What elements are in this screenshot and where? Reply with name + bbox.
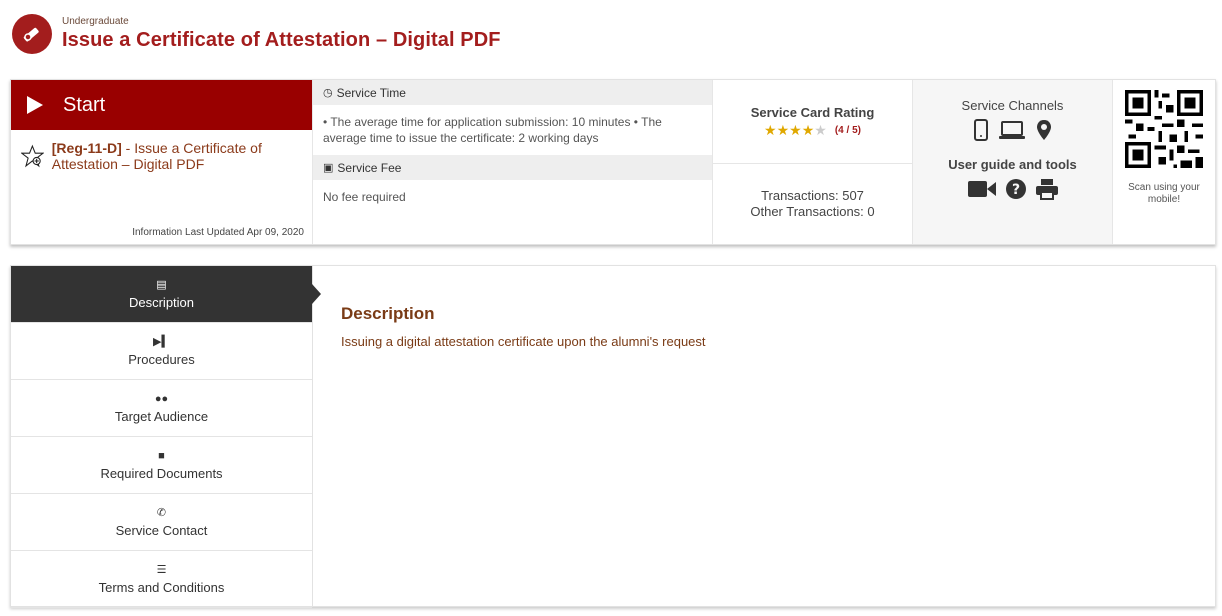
laptop-icon[interactable] [998,120,1026,140]
channels-column: Service Channels User guide and tools ? [913,80,1113,244]
rating-column: Service Card Rating ★ ★ ★ ★ ★ (4 / 5) Tr… [713,80,913,244]
folder-icon: ■ [158,449,165,462]
details-panel: ▤ Description ▶▍ Procedures ●● Target Au… [10,265,1216,608]
tab-target-audience[interactable]: ●● Target Audience [11,380,312,437]
clock-icon: ◷ [323,87,333,99]
tab-label: Target Audience [114,408,209,424]
location-icon[interactable] [1036,119,1052,141]
other-transactions-count: Other Transactions: 0 [750,204,875,219]
tab-label: Service Contact [115,523,208,538]
service-time-heading-label: Service Time [336,85,406,100]
video-icon[interactable] [967,179,997,199]
mobile-icon[interactable] [973,119,988,141]
star-empty-icon: ★ [814,121,827,138]
guide-title: User guide and tools [948,157,1077,172]
step-icon: ▶▍ [153,336,170,348]
users-icon: ●● [154,392,169,405]
star-icon: ★ [801,121,815,138]
star-icon: ★ [764,121,777,138]
category-label: Undergraduate [62,16,129,27]
qr-caption: Scan using your mobile! [1128,182,1200,205]
service-logo-icon [12,14,52,54]
content-heading: Description [341,304,435,323]
details-tabs: ▤ Description ▶▍ Procedures ●● Target Au… [11,266,321,608]
channels-title: Service Channels [961,98,1064,113]
list-icon: ☰ [156,564,167,576]
service-time-heading: ◷ Service Time [313,80,712,105]
play-icon [27,96,43,114]
start-column: Start [Reg-11-D] - Issue a Certificate o… [11,80,313,244]
last-updated: Information Last Updated Apr 09, 2020 [132,227,304,238]
transactions-count: Transactions: 507 [761,188,864,203]
qr-column: Scan using your mobile! [1113,80,1215,244]
service-time-text: • The average time for application submi… [323,115,662,145]
money-icon: ▣ [323,162,334,174]
file-icon: ▤ [156,279,167,291]
tab-label: Required Documents [100,465,223,481]
star-icon: ★ [776,121,790,138]
service-fee-heading-label: Service Fee [337,160,402,175]
service-info-panel: Start [Reg-11-D] - Issue a Certificate o… [10,79,1216,245]
tab-label: Description [128,295,195,310]
tab-label: Procedures [128,352,195,367]
service-code: [Reg-11-D] [51,140,122,156]
tab-procedures[interactable]: ▶▍ Procedures [11,323,312,380]
start-button[interactable]: Start [11,80,312,130]
time-fee-column: ◷ Service Time • The average time for ap… [313,80,713,244]
tab-label: Terms and Conditions [98,580,225,595]
print-icon[interactable] [1035,178,1059,200]
start-button-label: Start [63,93,106,116]
tab-required-documents[interactable]: ■ Required Documents [11,437,312,494]
favorite-add-icon[interactable] [21,140,44,172]
page-title: Issue a Certificate of Attestation – Dig… [62,29,501,51]
star-icon: ★ [789,121,802,138]
rating-title: Service Card Rating [750,104,875,120]
svg-text:?: ? [1011,182,1019,198]
service-fee-heading: ▣ Service Fee [313,155,712,180]
star-rating: ★ ★ ★ ★ ★ (4 / 5) [764,122,861,139]
service-fee-text: No fee required [323,190,406,204]
rating-score: (4 / 5) [834,124,861,136]
tab-content: Description Issuing a digital attestatio… [313,266,1215,606]
page-header: Undergraduate Issue a Certificate of Att… [8,8,1214,60]
tab-service-contact[interactable]: ✆ Service Contact [11,494,312,551]
tab-terms-and-conditions[interactable]: ☰ Terms and Conditions [11,551,312,608]
phone-icon: ✆ [156,507,167,519]
service-name-link[interactable]: [Reg-11-D] - Issue a Certificate of Atte… [52,140,312,172]
qr-code-icon [1125,90,1203,168]
content-text: Issuing a digital attestation certificat… [341,334,706,349]
tab-description[interactable]: ▤ Description [11,266,321,323]
help-icon[interactable]: ? [1005,178,1027,200]
